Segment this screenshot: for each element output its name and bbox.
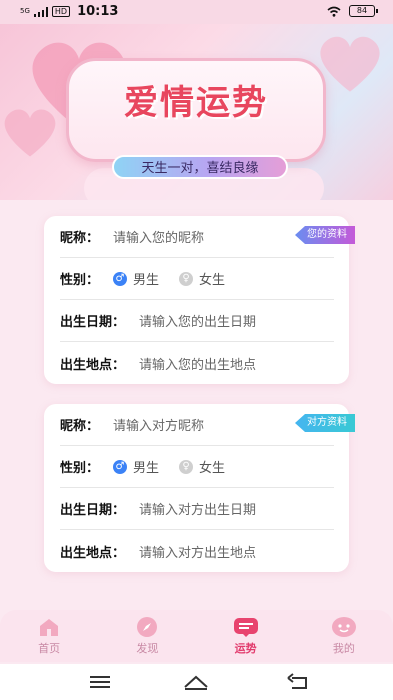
male-label: 男生: [133, 273, 160, 288]
nickname-label: 昵称：: [60, 231, 100, 246]
back-icon[interactable]: [284, 672, 312, 692]
compass-icon: [134, 616, 160, 638]
partner-birthplace-input[interactable]: 请输入对方出生地点: [139, 542, 256, 561]
tab-discover-label: 发现: [136, 642, 159, 655]
partner-birthdate-input[interactable]: 请输入对方出生日期: [139, 499, 256, 518]
female-icon: ♀: [179, 459, 194, 474]
menu-icon[interactable]: [86, 672, 114, 692]
signal-icon: [33, 6, 48, 17]
male-icon: ♂: [113, 271, 128, 286]
bottom-tab-bar: 首页 发现 运势 我的: [0, 610, 393, 662]
love-fortune-banner: 爱情运势 天生一对，喜结良缘: [0, 24, 393, 200]
system-navigation-bar: [0, 664, 393, 700]
wifi-icon: [327, 6, 341, 17]
partner-nickname-row[interactable]: 昵称： 请输入对方昵称: [60, 404, 334, 446]
gender-label: 性别：: [60, 273, 100, 288]
hd-badge: HD: [51, 6, 71, 17]
birthplace-label: 出生地点：: [60, 357, 126, 373]
partner-gender-male-option[interactable]: ♂ 男生: [113, 457, 159, 476]
battery-icon: 84: [349, 5, 378, 17]
my-birthplace-row[interactable]: 出生地点： 请输入您的出生地点: [60, 342, 334, 384]
female-icon: ♀: [179, 271, 194, 286]
my-nickname-row[interactable]: 昵称： 请输入您的昵称: [60, 216, 334, 258]
female-label: 女生: [199, 273, 226, 288]
status-bar: 5G HD 10:13 84: [0, 0, 393, 24]
partner-gender-female-option[interactable]: ♀ 女生: [179, 457, 225, 476]
signal-indicator: 5G: [20, 7, 30, 15]
fortune-icon: [233, 616, 259, 638]
birthplace-label: 出生地点：: [60, 545, 126, 561]
home-nav-icon[interactable]: [182, 672, 210, 692]
my-gender-male-option[interactable]: ♂ 男生: [113, 269, 159, 288]
banner-title: 爱情运势: [124, 83, 268, 123]
male-icon: ♂: [113, 459, 128, 474]
home-icon: [36, 616, 62, 638]
tab-profile[interactable]: 我的: [295, 610, 393, 662]
my-gender-row: 性别： ♂ 男生 ♀ 女生: [60, 258, 334, 300]
banner-subtitle: 天生一对，喜结良缘: [112, 155, 288, 179]
gender-label: 性别：: [60, 461, 100, 476]
partner-birthdate-row[interactable]: 出生日期： 请输入对方出生日期: [60, 488, 334, 530]
partner-gender-row: 性别： ♂ 男生 ♀ 女生: [60, 446, 334, 488]
tab-home-label: 首页: [38, 642, 61, 655]
heart-decoration-icon: [4, 109, 56, 157]
tab-profile-label: 我的: [332, 642, 355, 655]
female-label: 女生: [199, 461, 226, 476]
tab-discover[interactable]: 发现: [98, 610, 196, 662]
birthdate-label: 出生日期：: [60, 315, 126, 330]
male-label: 男生: [133, 461, 160, 476]
my-birthdate-input[interactable]: 请输入您的出生日期: [139, 311, 256, 330]
tab-home[interactable]: 首页: [0, 610, 98, 662]
partner-birthplace-row[interactable]: 出生地点： 请输入对方出生地点: [60, 530, 334, 572]
partner-nickname-input[interactable]: 请输入对方昵称: [113, 415, 204, 434]
tab-fortune[interactable]: 运势: [197, 610, 295, 662]
status-time: 10:13: [77, 4, 119, 19]
my-nickname-input[interactable]: 请输入您的昵称: [113, 227, 204, 246]
partner-info-card: 对方资料 昵称： 请输入对方昵称 性别： ♂ 男生 ♀ 女生 出生日期： 请输入…: [44, 404, 355, 572]
banner-title-plate: 爱情运势: [66, 58, 326, 162]
my-info-card: 您的资料 昵称： 请输入您的昵称 性别： ♂ 男生 ♀ 女生 出生日期： 请输入…: [44, 216, 355, 384]
birthdate-label: 出生日期：: [60, 503, 126, 518]
nickname-label: 昵称：: [60, 419, 100, 434]
my-gender-female-option[interactable]: ♀ 女生: [179, 269, 225, 288]
tab-fortune-label: 运势: [234, 642, 257, 655]
my-birthplace-input[interactable]: 请输入您的出生地点: [139, 354, 256, 373]
profile-icon: [331, 616, 357, 638]
my-birthdate-row[interactable]: 出生日期： 请输入您的出生日期: [60, 300, 334, 342]
